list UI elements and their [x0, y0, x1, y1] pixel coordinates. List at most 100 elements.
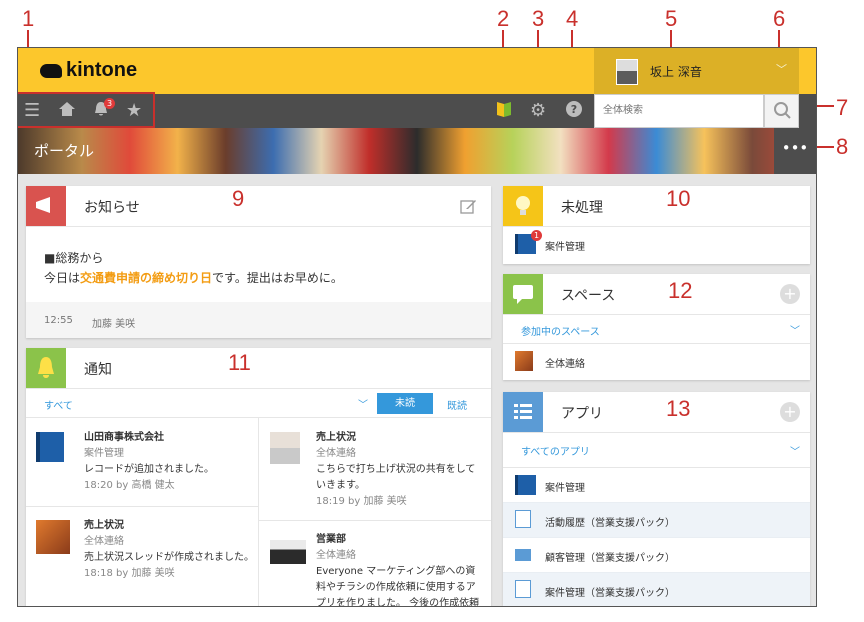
apps-panel: アプリ + すべてのアプリ ﹀ 案件管理 活動履歴（営業支援パック） 顧客管理（…: [503, 392, 810, 606]
chevron-down-icon[interactable]: ﹀: [358, 396, 368, 411]
logo-text: kintone: [66, 59, 138, 81]
pending-item[interactable]: 1 案件管理: [503, 227, 810, 263]
lightbulb-icon: [503, 186, 543, 226]
notification-row-divider: [259, 520, 491, 521]
notification-title: 山田商事株式会社: [84, 432, 164, 443]
spreadsheet-icon: [515, 580, 531, 598]
user-photo-avatar: [270, 540, 306, 564]
notification-meta: 18:20 by 高橋 健太: [84, 480, 175, 491]
kintone-bird-icon: [40, 63, 62, 78]
notification-meta: 18:18 by 加藤 美咲: [84, 568, 175, 579]
more-options-button[interactable]: •••: [774, 128, 816, 174]
spaces-filter[interactable]: 参加中のスペース: [521, 323, 600, 338]
spaces-filter-bar[interactable]: 参加中のスペース ﹀: [503, 315, 810, 344]
app-item-label: 活動履歴（営業支援パック）: [545, 518, 675, 529]
chat-bubble-icon: [503, 274, 543, 314]
notifications-filter-bar: すべて ﹀ 未読 既読: [26, 389, 491, 418]
callout-8: 8: [836, 134, 849, 159]
notification-source: 全体連絡: [84, 536, 124, 547]
add-space-button[interactable]: +: [780, 284, 800, 304]
portal-banner: ポータル •••: [18, 128, 816, 174]
app-header: kintone 坂上 深音 ﹀: [18, 48, 816, 94]
guide-book-icon[interactable]: [496, 100, 512, 124]
announcement-header: お知らせ: [26, 186, 491, 227]
notification-title: 営業部: [316, 534, 346, 545]
callout-12: 12: [668, 278, 693, 303]
announcement-line-1: ■総務から: [44, 251, 104, 265]
callout-13: 13: [666, 396, 691, 421]
user-photo-avatar: [270, 432, 300, 464]
app-item[interactable]: 案件管理: [503, 468, 810, 503]
add-app-button[interactable]: +: [780, 402, 800, 422]
search-input[interactable]: [601, 104, 755, 117]
announcement-text-suffix: です。提出はお早めに。: [212, 271, 343, 285]
callout-10: 10: [666, 186, 691, 211]
callout-3: 3: [532, 6, 545, 31]
notification-source: 案件管理: [84, 448, 124, 459]
kintone-logo[interactable]: kintone: [40, 59, 137, 82]
space-thumbnail: [36, 520, 70, 554]
pending-badge: 1: [531, 230, 542, 241]
notification-meta: 18:19 by 加藤 美咲: [316, 496, 407, 507]
help-icon[interactable]: ?: [565, 100, 583, 124]
chevron-down-icon[interactable]: ﹀: [790, 443, 800, 458]
gear-icon[interactable]: ⚙: [530, 100, 546, 122]
edit-document-icon: [515, 510, 531, 528]
announcement-highlight: 交通費申請の締め切り日: [80, 271, 213, 285]
announcement-title: お知らせ: [84, 200, 140, 216]
notification-body: こちらで打ち上げ状況の共有をしていきます。: [316, 464, 476, 491]
announcement-line-2: 今日は交通費申請の締め切り日です。提出はお早めに。: [44, 268, 343, 288]
user-name: 坂上 深音: [650, 65, 702, 79]
pending-panel: 未処理 1 案件管理: [503, 186, 810, 264]
pending-header: 未処理: [503, 186, 810, 227]
apps-filter-bar[interactable]: すべてのアプリ ﹀: [503, 433, 810, 468]
notification-title: 売上状況: [84, 520, 124, 531]
app-item[interactable]: 案件管理（営業支援パック）: [503, 573, 810, 606]
announcement-time: 12:55: [44, 315, 73, 326]
app-item-label: 顧客管理（営業支援パック）: [545, 553, 675, 564]
user-menu[interactable]: 坂上 深音 ﹀: [594, 48, 799, 94]
contact-card-icon: [515, 549, 531, 561]
notification-row-divider: [26, 506, 258, 507]
chevron-down-icon[interactable]: ﹀: [790, 322, 800, 337]
space-item-label: 全体連絡: [545, 359, 585, 370]
notification-source: 全体連絡: [316, 448, 356, 459]
apps-filter[interactable]: すべてのアプリ: [521, 443, 590, 458]
kintone-window: kintone 坂上 深音 ﹀ ☰ 3 ★ ⚙ ? ポータル •••: [17, 47, 817, 607]
notebook-icon: [515, 475, 536, 495]
global-search-box[interactable]: [594, 94, 764, 128]
app-item-label: 案件管理: [545, 483, 585, 494]
app-item-label: 案件管理（営業支援パック）: [545, 588, 675, 599]
apps-title: アプリ: [561, 406, 603, 422]
notifications-header: 通知: [26, 348, 491, 389]
search-button[interactable]: [764, 94, 799, 128]
space-item[interactable]: 全体連絡: [503, 344, 810, 378]
tab-read[interactable]: 既読: [447, 397, 467, 412]
bell-large-icon: [26, 348, 66, 388]
notification-title: 売上状況: [316, 432, 356, 443]
chevron-down-icon[interactable]: ﹀: [776, 61, 787, 77]
app-item[interactable]: 活動履歴（営業支援パック）: [503, 503, 810, 538]
notification-divider: [258, 417, 259, 606]
spaces-title: スペース: [561, 288, 616, 304]
list-icon: [503, 392, 543, 432]
callout-2: 2: [497, 6, 510, 31]
notifications-filter[interactable]: すべて: [44, 397, 73, 412]
announcement-author: 加藤 美咲: [92, 319, 136, 330]
notifications-title: 通知: [84, 362, 112, 378]
callout-6: 6: [773, 6, 786, 31]
notification-body: レコードが追加されました。: [84, 464, 214, 475]
app-item[interactable]: 顧客管理（営業支援パック）: [503, 538, 810, 573]
tab-unread[interactable]: 未読: [377, 393, 433, 414]
announcement-panel: お知らせ ■総務から 今日は交通費申請の締め切り日です。提出はお早めに。 12:…: [26, 186, 491, 338]
notifications-panel: 通知 すべて ﹀ 未読 既読 山田商事株式会社 案件管理 レコードが追加されまし…: [26, 348, 491, 607]
announcement-footer: 12:55 加藤 美咲: [26, 302, 491, 338]
announcement-text-prefix: 今日は: [44, 271, 81, 285]
notification-body: 売上状況スレッドが作成されました。: [84, 552, 254, 563]
notification-source: 全体連絡: [316, 550, 356, 561]
callout-5: 5: [665, 6, 678, 31]
space-thumbnail: [515, 351, 533, 371]
edit-icon[interactable]: [459, 197, 477, 219]
portal-title: ポータル: [34, 142, 95, 160]
notification-body: Everyone マーケティング部への資料やチラシの作成依頼に使用するアプリを作…: [316, 566, 480, 607]
